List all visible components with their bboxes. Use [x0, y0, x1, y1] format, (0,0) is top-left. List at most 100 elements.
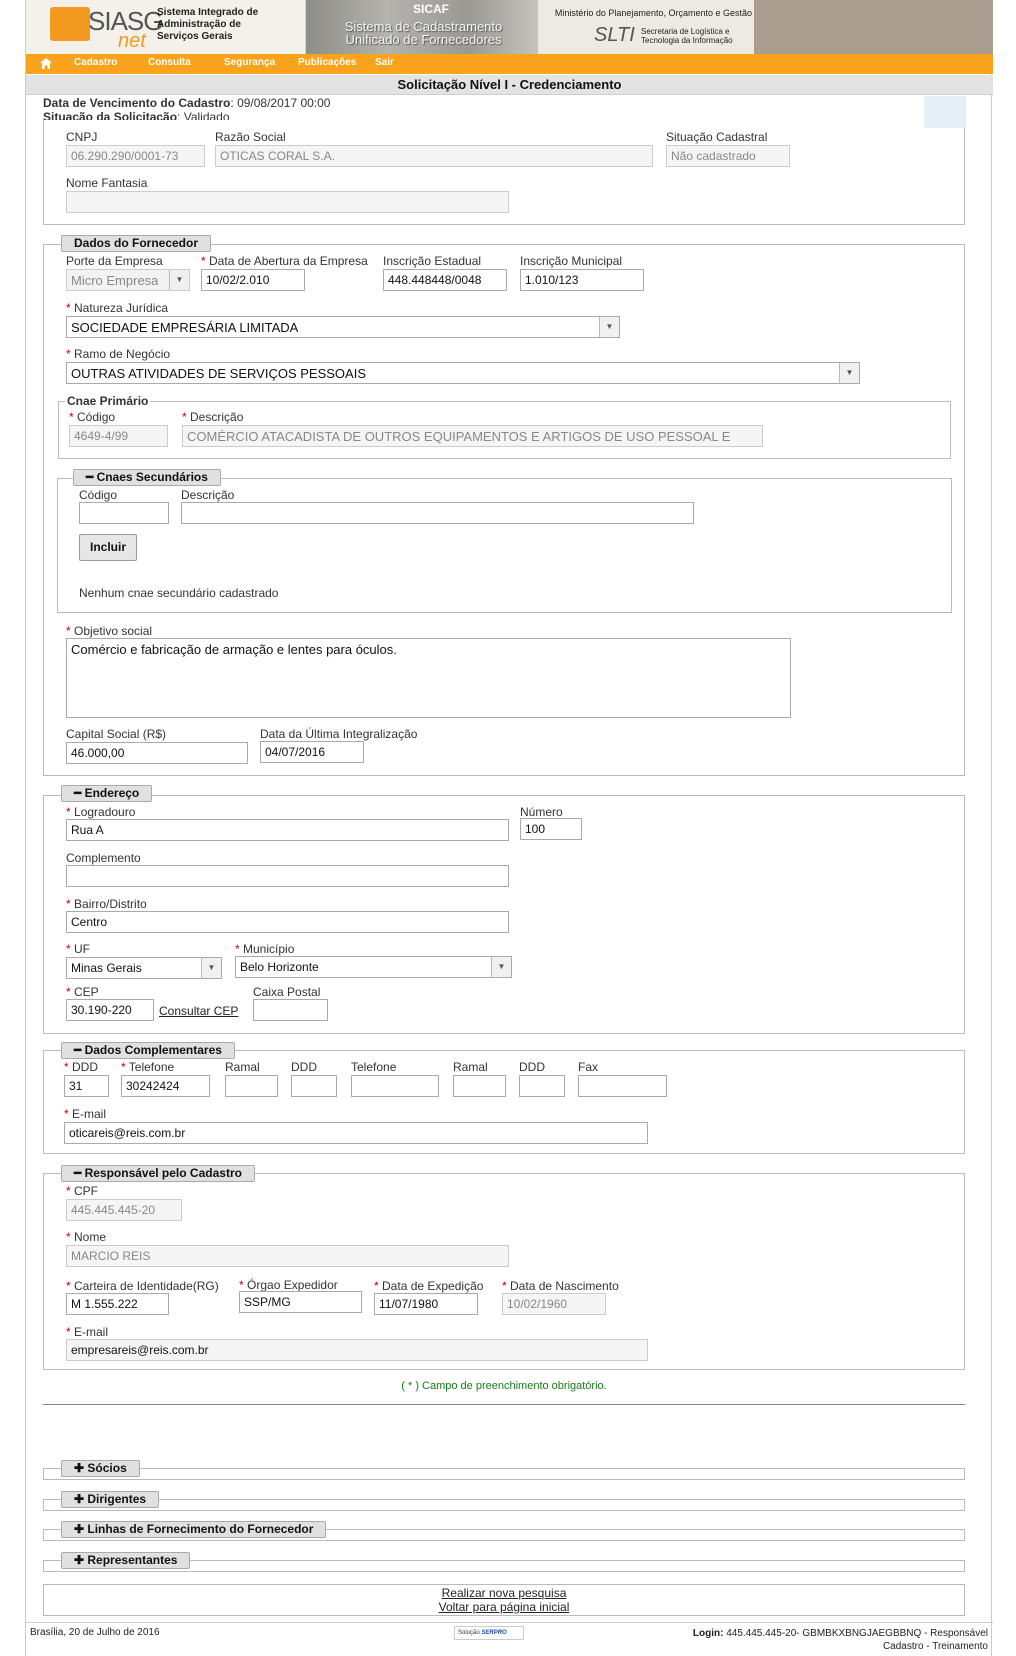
nav-cadastro[interactable]: Cadastro [74, 57, 117, 68]
telefone2-field[interactable] [351, 1075, 439, 1097]
incluir-button[interactable]: Incluir [79, 534, 137, 561]
serpro-badge: Solução SERPRO [454, 1626, 524, 1640]
natureza-select[interactable]: SOCIEDADE EMPRESÁRIA LIMITADA ▼ [66, 316, 620, 338]
sec-descricao-field[interactable] [181, 502, 694, 524]
cnae-codigo-label: * Código [69, 410, 116, 424]
orgao-label: * Órgao Expedidor [239, 1278, 338, 1292]
logradouro-field[interactable]: Rua A [66, 819, 509, 841]
login-label: Login: [692, 1628, 724, 1639]
ramal2-field[interactable] [453, 1075, 506, 1097]
representantes-section-toggle[interactable]: ✚ Representantes [61, 1552, 191, 1569]
cnae-codigo-field[interactable]: 4649-4/99 [69, 425, 168, 447]
nav-consulta[interactable]: Consulta [148, 57, 191, 68]
complementares-legend[interactable]: ━ Dados Complementares [61, 1042, 235, 1059]
login-value: 445.445.445-20- GBMBKXBNGJAEGBBNQ - Resp… [726, 1628, 988, 1639]
cnaes-secundarios-legend[interactable]: ━ Cnaes Secundários [73, 469, 221, 486]
porte-select[interactable]: Micro Empresa ▼ [66, 269, 190, 291]
dirigentes-section-toggle[interactable]: ✚ Dirigentes [61, 1491, 160, 1508]
expedicao-field[interactable]: 11/07/1980 [374, 1293, 478, 1315]
bairro-field[interactable]: Centro [66, 911, 509, 933]
uf-select[interactable]: Minas Gerais ▼ [66, 957, 222, 979]
nova-pesquisa-link[interactable]: Realizar nova pesquisa [442, 1586, 567, 1600]
chevron-down-icon: ▼ [839, 363, 859, 383]
serpro-logo: SERPRO [481, 1630, 507, 1636]
chevron-down-icon: ▼ [169, 270, 189, 290]
nav-seguranca[interactable]: Segurança [224, 57, 275, 68]
ddd3-field[interactable] [519, 1075, 565, 1097]
ramo-select[interactable]: OUTRAS ATIVIDADES DE SERVIÇOS PESSOAIS ▼ [66, 362, 860, 384]
fornecedor-legend[interactable]: Dados do Fornecedor [61, 235, 212, 252]
nav-sair[interactable]: Sair [375, 57, 394, 68]
serpro-prefix: Solução [458, 1630, 480, 1636]
ramo-label: * Ramo de Negócio [66, 347, 171, 361]
im-label: Inscrição Municipal [520, 254, 623, 268]
capital-field[interactable]: 46.000,00 [66, 742, 248, 764]
socios-fieldset [43, 1468, 965, 1480]
fantasia-field[interactable] [66, 191, 509, 213]
numero-field[interactable]: 100 [520, 818, 582, 840]
logo-suffix: net [118, 30, 146, 52]
ramal-field[interactable] [225, 1075, 278, 1097]
consultar-cep-link[interactable]: Consultar CEP [159, 1004, 238, 1018]
abertura-field[interactable]: 10/02/2.010 [201, 269, 305, 291]
chevron-down-icon: ▼ [491, 957, 511, 977]
municipio-select[interactable]: Belo Horizonte ▼ [235, 956, 512, 978]
orgao-field[interactable]: SSP/MG [239, 1291, 362, 1313]
expand-icon: ✚ [74, 1522, 88, 1536]
cnae-descricao-field[interactable]: COMÉRCIO ATACADISTA DE OUTROS EQUIPAMENT… [182, 425, 763, 447]
obrigatorio-note: ( * ) Campo de preenchimento obrigatório… [401, 1380, 607, 1392]
divider [43, 1404, 965, 1405]
expand-icon: ✚ [74, 1492, 88, 1506]
telefone2-label: Telefone [351, 1060, 397, 1074]
natureza-label: * Natureza Jurídica [66, 301, 169, 315]
uf-value: Minas Gerais [71, 961, 142, 975]
nova-pesquisa-wrap: Realizar nova pesquisa [43, 1586, 965, 1600]
rg-field[interactable]: M 1.555.222 [66, 1293, 169, 1315]
situacao-cadastral-field[interactable]: Não cadastrado [666, 145, 790, 167]
telefone-field[interactable]: 30242424 [121, 1075, 210, 1097]
resp-email-field[interactable]: empresareis@reis.com.br [66, 1339, 648, 1361]
fax-field[interactable] [578, 1075, 667, 1097]
integralizacao-field[interactable]: 04/07/2016 [260, 741, 364, 763]
vencimento-label: Data de Vencimento do Cadastro [43, 96, 231, 110]
objetivo-textarea[interactable]: Comércio e fabricação de armação e lente… [66, 638, 791, 718]
endereco-legend[interactable]: ━ Endereço [61, 785, 153, 802]
cnae-primario-legend: Cnae Primário [65, 394, 151, 408]
cpf-field[interactable]: 445.445.445-20 [66, 1199, 182, 1221]
home-icon[interactable] [40, 58, 52, 69]
fax-label: Fax [578, 1060, 599, 1074]
ddd2-field[interactable] [291, 1075, 337, 1097]
responsavel-legend[interactable]: ━ Responsável pelo Cadastro [61, 1165, 255, 1182]
sec-codigo-field[interactable] [79, 502, 169, 524]
socios-section-toggle[interactable]: ✚ Sócios [61, 1460, 140, 1477]
caixa-postal-field[interactable] [253, 999, 328, 1021]
cnpj-label: CNPJ [66, 130, 98, 144]
app-title: SICAF [413, 2, 449, 16]
cep-field[interactable]: 30.190-220 [66, 999, 154, 1021]
complemento-field[interactable] [66, 865, 509, 887]
municipio-label: * Município [235, 942, 295, 956]
ie-label: Inscrição Estadual [383, 254, 482, 268]
collapse-icon: ━ [86, 470, 97, 484]
nascimento-field[interactable]: 10/02/1960 [502, 1293, 606, 1315]
expedicao-label: * Data de Expedição [374, 1279, 484, 1293]
ramal2-label: Ramal [453, 1060, 488, 1074]
ddd2-label: DDD [291, 1060, 317, 1074]
footer-divider [26, 1622, 993, 1623]
login-line2: Cadastro - Treinamento [882, 1641, 988, 1652]
email-field[interactable]: oticareis@reis.com.br [64, 1122, 648, 1144]
razao-field[interactable]: OTICAS CORAL S.A. [215, 145, 653, 167]
slti-subtitle: Secretaria de Logística e Tecnologia da … [641, 27, 733, 45]
header-banner: SIASG net Sistema Integrado de Administr… [26, 0, 993, 54]
uf-label: * UF [66, 942, 91, 956]
collapse-icon: ━ [74, 786, 85, 800]
cnpj-field[interactable]: 06.290.290/0001-73 [66, 145, 205, 167]
fantasia-label: Nome Fantasia [66, 176, 148, 190]
nav-publicacoes[interactable]: Publicações [298, 57, 356, 68]
nome-field[interactable]: MARCIO REIS [66, 1245, 509, 1267]
ddd-field[interactable]: 31 [64, 1075, 109, 1097]
voltar-link[interactable]: Voltar para página inicial [439, 1600, 570, 1614]
im-field[interactable]: 1.010/123 [520, 269, 644, 291]
linhas-section-toggle[interactable]: ✚ Linhas de Fornecimento do Fornecedor [61, 1521, 327, 1538]
ie-field[interactable]: 448.448448/0048 [383, 269, 507, 291]
